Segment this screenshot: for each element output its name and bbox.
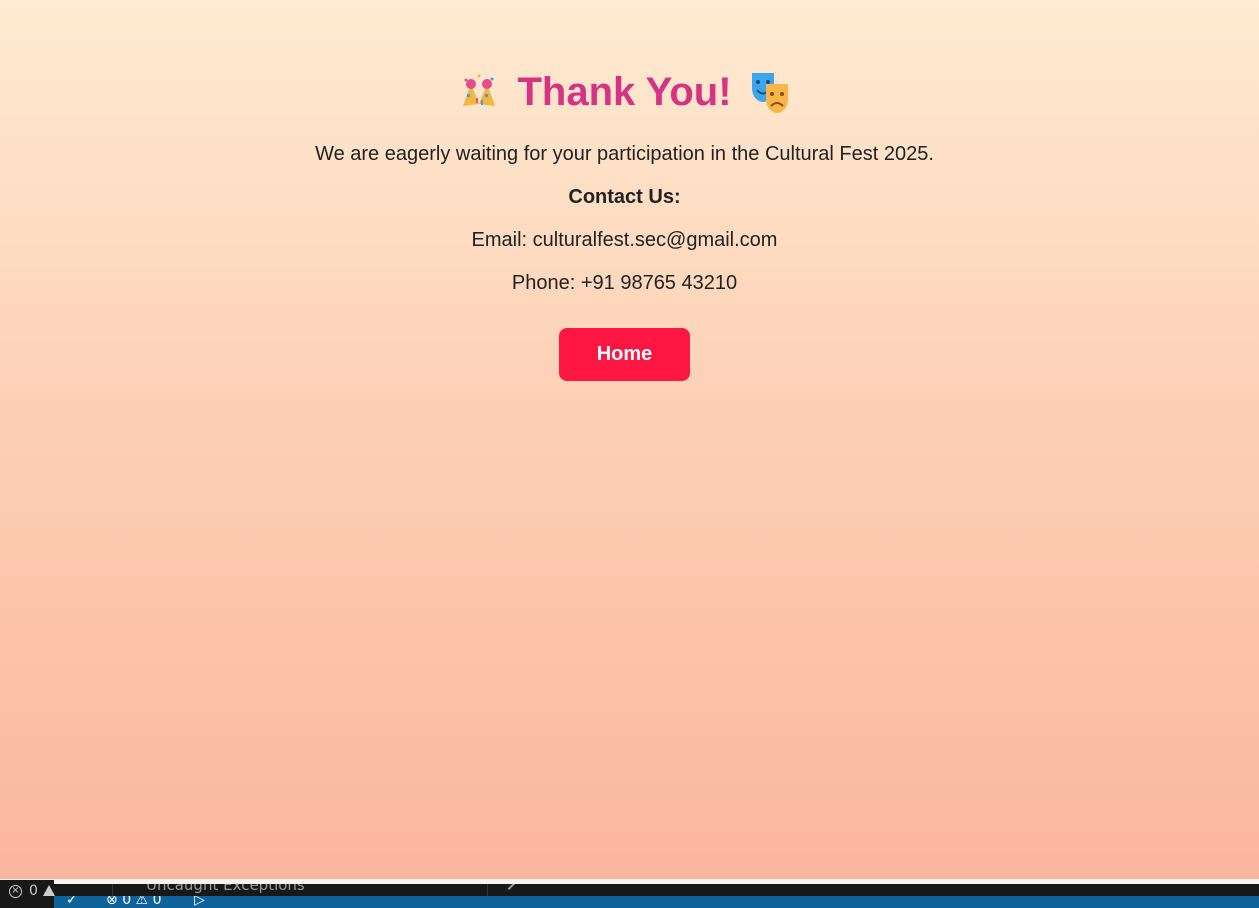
- page-title: Thank You!: [517, 70, 732, 114]
- remote-icon[interactable]: ✓: [66, 896, 78, 908]
- run-debug-icon[interactable]: ▷: [194, 896, 205, 908]
- debug-breakpoints-panel: Uncaught Exceptions: [0, 884, 1259, 896]
- thank-you-page: Thank You! We are eagerly waiting for yo…: [0, 0, 1259, 880]
- panel-separator: [112, 884, 113, 896]
- contact-heading: Contact Us:: [568, 186, 681, 208]
- chevron-right-icon[interactable]: [501, 884, 517, 891]
- ide-statusbar: ✓ ⊗ 0 ⚠ 0 ▷: [0, 896, 1259, 908]
- status-warning-count: 0: [152, 896, 162, 908]
- error-count: 0: [29, 883, 38, 899]
- breakpoint-uncaught-exceptions[interactable]: Uncaught Exceptions: [146, 884, 305, 894]
- warning-icon: [43, 885, 55, 896]
- error-circle-icon: ×: [9, 885, 22, 898]
- contact-email: Email: culturalfest.sec@gmail.com: [471, 229, 778, 251]
- participation-message: We are eagerly waiting for your particip…: [315, 143, 934, 165]
- panel-separator: [487, 884, 488, 896]
- title-row: Thank You!: [0, 66, 1249, 118]
- problems-indicator[interactable]: × 0: [0, 880, 55, 908]
- party-popper-icon: [457, 70, 501, 114]
- page-scrollbar[interactable]: [1249, 0, 1259, 880]
- contact-phone: Phone: +91 98765 43210: [511, 272, 738, 294]
- status-error-count: 0: [122, 896, 132, 908]
- performing-arts-masks-icon: [748, 70, 792, 114]
- home-button[interactable]: Home: [559, 328, 690, 381]
- status-problems[interactable]: ⊗ 0 ⚠ 0: [106, 896, 161, 908]
